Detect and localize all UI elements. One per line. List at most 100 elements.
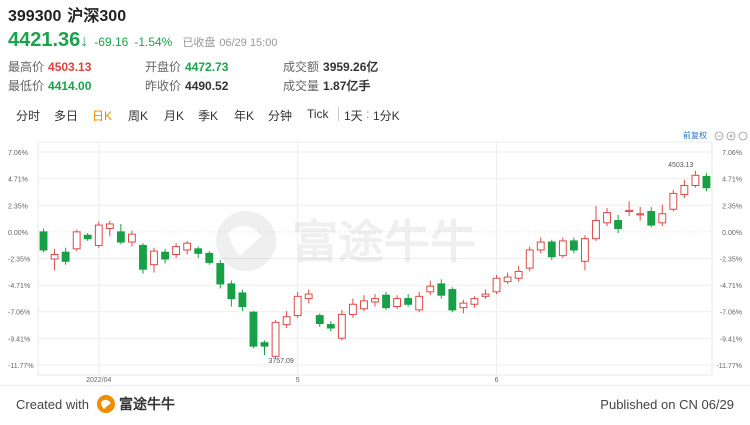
candle: [238, 289, 247, 312]
y-tick-left: -9.41%: [8, 336, 30, 343]
candle: [172, 243, 181, 258]
published-label: Published on CN 06/29: [600, 397, 734, 412]
market-status: 已收盘: [182, 37, 216, 49]
stat-low: 最低价 4414.00: [8, 79, 92, 93]
period-select[interactable]: 1天: [344, 107, 363, 124]
candle-body-down: [326, 324, 335, 329]
interval-select[interactable]: 1分K: [373, 107, 400, 124]
tab-minute[interactable]: 分钟: [268, 107, 292, 124]
candle-body-down: [315, 315, 324, 324]
candle: [227, 280, 236, 307]
candle-body-up: [293, 295, 302, 317]
reset-ring: [738, 131, 748, 141]
candle-body-up: [348, 303, 357, 315]
candle-body-down: [249, 311, 258, 347]
candle: [216, 260, 225, 289]
candle: [271, 320, 280, 359]
candle: [315, 313, 324, 327]
tab-multi-day[interactable]: 多日: [54, 107, 78, 124]
candle: [50, 248, 59, 271]
candle: [326, 321, 335, 332]
candle-body-up: [581, 238, 589, 262]
candle-body-down: [227, 283, 236, 300]
candle-body-down: [404, 298, 413, 305]
stat-amount: 成交额 3959.26亿: [283, 60, 379, 74]
zoom-in-icon[interactable]: [726, 131, 736, 141]
candle: [72, 229, 81, 252]
candle-body-down: [614, 220, 623, 229]
candle-body-up: [50, 253, 59, 260]
candle: [625, 201, 634, 217]
stat-prev-close: 昨收价 4490.52: [145, 79, 229, 93]
y-tick-right: 2.35%: [722, 203, 742, 210]
candle-body-up: [172, 246, 181, 255]
candle-body-down: [382, 294, 390, 309]
tab-intraday[interactable]: 分时: [16, 107, 40, 124]
candle: [127, 230, 136, 247]
tab-weekly-k[interactable]: 周K: [128, 107, 148, 124]
y-tick-right: 7.06%: [722, 150, 742, 157]
candle-body-up: [127, 233, 136, 243]
y-tick-right: 0.00%: [722, 230, 742, 237]
candle-body-up: [304, 293, 313, 300]
candle: [105, 220, 114, 237]
candle: [636, 206, 645, 221]
candle-body-down: [547, 241, 556, 258]
candle-body-down: [448, 289, 457, 311]
futu-logo: 富途牛牛: [97, 395, 175, 413]
candle: [702, 173, 711, 192]
candle-body-up: [150, 250, 158, 266]
candle-body-up: [492, 277, 501, 293]
candle-body-up: [592, 220, 600, 240]
reset-icon[interactable]: [738, 131, 748, 141]
y-tick-right: -4.71%: [720, 283, 742, 290]
candle-body-up: [536, 241, 545, 251]
tab-tick[interactable]: Tick: [307, 107, 329, 121]
candle-body-down: [39, 231, 48, 251]
candle: [304, 289, 313, 304]
tab-yearly-k[interactable]: 年K: [234, 107, 254, 124]
candle-body-down: [437, 283, 446, 296]
candle: [547, 239, 556, 261]
candle-body-up: [658, 213, 667, 224]
candle-body-down: [194, 248, 203, 254]
candle: [337, 309, 346, 341]
candle-body-up: [371, 298, 379, 303]
y-tick-right: -7.06%: [720, 310, 742, 317]
tab-quarterly-k[interactable]: 季K: [198, 107, 218, 124]
candle-body-up: [525, 249, 534, 269]
candle: [39, 228, 48, 253]
tab-monthly-k[interactable]: 月K: [164, 107, 184, 124]
candle: [525, 246, 534, 272]
candle-body-up: [459, 302, 468, 309]
tab-daily-k[interactable]: 日K: [92, 107, 112, 124]
candle: [481, 289, 490, 299]
candle-body-down: [238, 292, 247, 308]
candle-body-up: [503, 276, 512, 283]
zoom-out-icon[interactable]: [714, 131, 724, 141]
y-tick-left: -7.06%: [8, 310, 30, 317]
candle-body-up: [558, 240, 567, 257]
candle-body-down: [61, 251, 70, 262]
candle: [492, 274, 501, 295]
price-row: 4421.36↓ -69.16 -1.54% 已收盘 06/29 15:00: [8, 28, 742, 52]
candle-body-down: [647, 210, 656, 226]
period-tabs: 分时 多日 日K 周K 月K 季K 年K 分钟 Tick 1天 : 1分K: [0, 103, 750, 127]
candle: [116, 223, 125, 245]
stat-high: 最高价 4503.13: [8, 60, 92, 74]
y-tick-left: 2.35%: [8, 203, 28, 210]
y-tick-left: 7.06%: [8, 150, 28, 157]
candle: [393, 295, 402, 309]
candle-body-down: [116, 231, 125, 243]
candle-body-up: [360, 300, 368, 310]
candle: [293, 291, 302, 318]
futu-logo-text: 富途牛牛: [119, 396, 175, 413]
y-tick-right: 4.71%: [722, 177, 742, 184]
stock-code: 399300: [8, 8, 62, 25]
footer-divider: [0, 385, 750, 386]
candle-body-up: [470, 298, 479, 305]
adjust-toggle[interactable]: 前复权: [683, 130, 707, 140]
watermark-logo: 富途牛牛: [216, 211, 476, 271]
select-separator: :: [366, 107, 370, 121]
footer: Created with 富途牛牛 Published on CN 06/29: [0, 390, 750, 420]
